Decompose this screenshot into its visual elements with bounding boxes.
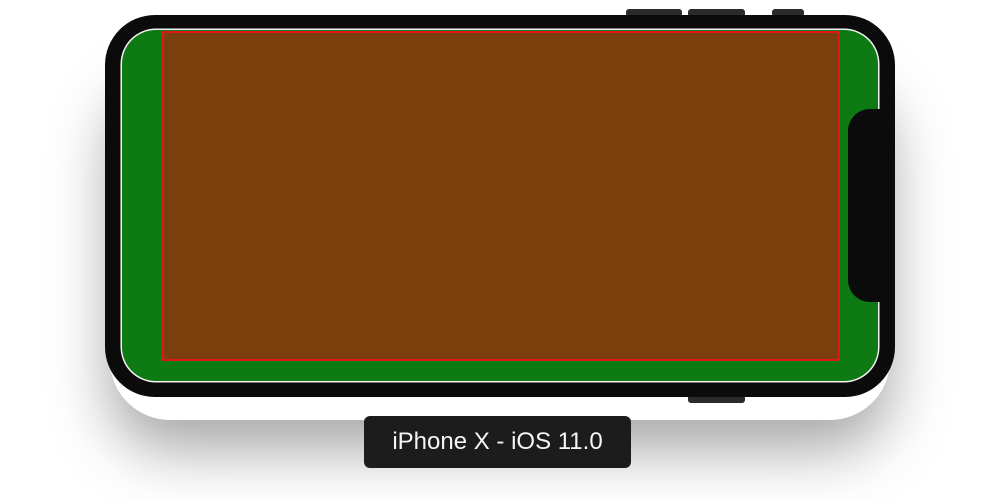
safe-area-view[interactable] xyxy=(162,31,840,361)
device-label: iPhone X - iOS 11.0 xyxy=(364,416,631,468)
device-screen[interactable] xyxy=(122,30,878,381)
simulator-stage: iPhone X - iOS 11.0 xyxy=(0,0,1000,500)
iphone-x-device-frame xyxy=(105,15,895,397)
sensor-notch xyxy=(848,109,895,302)
